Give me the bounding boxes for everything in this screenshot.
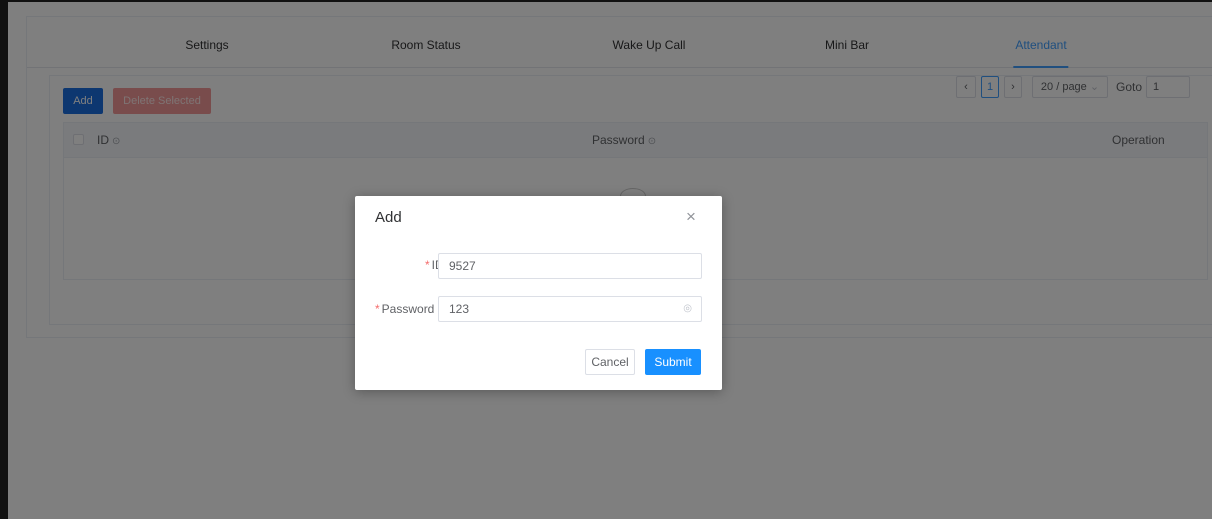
password-input[interactable]: 123 ◎: [438, 296, 702, 322]
add-attendant-dialog: Add × *ID⊙ 9527 *Password 123 ◎ Cancel S…: [355, 196, 722, 390]
required-mark: *: [375, 302, 380, 316]
submit-button[interactable]: Submit: [645, 349, 701, 375]
required-mark: *: [424, 258, 430, 272]
id-input[interactable]: 9527: [438, 253, 702, 279]
eye-icon[interactable]: ◎: [683, 297, 692, 321]
cancel-button[interactable]: Cancel: [585, 349, 635, 375]
password-field-label: * Password: [375, 302, 435, 316]
close-icon[interactable]: ×: [686, 208, 696, 225]
dialog-title: Add: [375, 209, 402, 226]
